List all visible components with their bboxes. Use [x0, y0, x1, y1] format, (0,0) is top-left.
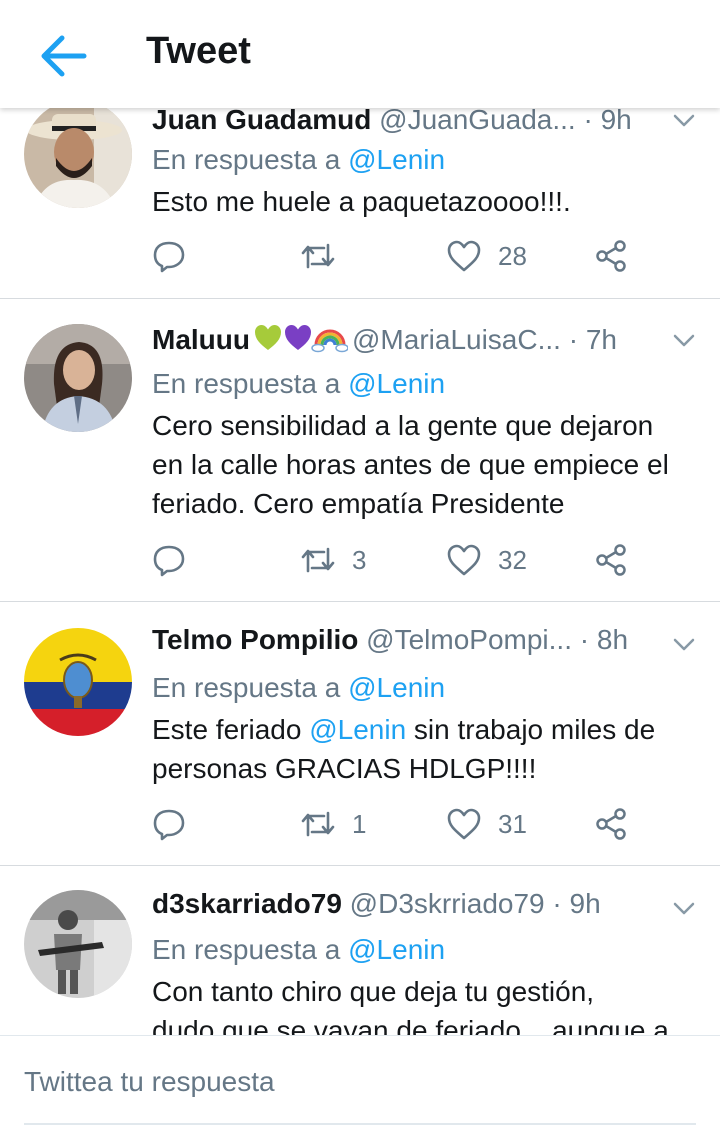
retweet-count: 3 — [352, 544, 367, 575]
reply-icon — [153, 545, 185, 577]
chevron-down-icon[interactable] — [672, 896, 696, 920]
avatar[interactable] — [24, 324, 132, 432]
like-icon — [447, 808, 481, 840]
username[interactable]: @JuanGuada... — [379, 104, 576, 135]
share-icon — [596, 240, 626, 272]
avatar[interactable] — [24, 890, 132, 998]
timestamp: · 9h — [552, 888, 601, 919]
chevron-down-icon[interactable] — [672, 328, 696, 352]
like-count: 28 — [498, 240, 527, 271]
back-arrow-icon[interactable] — [36, 30, 92, 82]
mention-link[interactable]: @Lenin — [348, 368, 445, 399]
display-name[interactable]: d3skarriado79 — [152, 888, 342, 919]
mention-link[interactable]: @Lenin — [348, 934, 445, 965]
tweet-text-line: Con tanto chiro que deja tu gestión, — [152, 976, 595, 1007]
retweet-icon — [301, 547, 335, 573]
timestamp: · 7h — [568, 324, 617, 355]
tweet-text-line: Este feriado @Lenin sin trabajo miles de — [152, 710, 697, 749]
retweet-button[interactable]: 3 — [300, 540, 366, 580]
tweet-text-segment: sin trabajo miles de — [406, 714, 656, 745]
reply-icon — [153, 809, 185, 841]
reply-composer: Twittea tu respuesta — [0, 1035, 720, 1125]
reply-label: En respuesta a — [152, 672, 349, 703]
share-button[interactable] — [594, 804, 628, 844]
username[interactable]: @TelmoPompi... — [366, 624, 572, 655]
reply-label: En respuesta a — [152, 144, 349, 175]
share-button[interactable] — [594, 236, 628, 276]
reply-label: En respuesta a — [152, 934, 349, 965]
reply-button[interactable] — [152, 540, 186, 580]
reply-context: En respuesta a @Lenin — [152, 932, 445, 968]
reply-icon — [153, 241, 185, 273]
share-button[interactable] — [594, 540, 628, 580]
display-name[interactable]: Juan Guadamud — [152, 104, 371, 135]
tweet-item[interactable]: d3skarriado79 @D3skrriado79 · 9h En resp… — [0, 866, 720, 1035]
timestamp: · 8h — [579, 624, 629, 655]
like-count: 31 — [498, 808, 527, 839]
like-button[interactable]: 31 — [446, 804, 527, 844]
tweet-header: Maluuu @MariaLuisaC... · 7h — [152, 322, 658, 358]
tweet-text: Con tanto chiro que deja tu gestión, dud… — [152, 972, 697, 1035]
reply-feed: Juan Guadamud @JuanGuada... · 9h En resp… — [0, 0, 720, 1035]
tweet-text: Este feriado @Lenin sin trabajo miles de… — [152, 710, 697, 788]
chevron-down-icon[interactable] — [672, 632, 696, 656]
emoji-decoration — [254, 323, 349, 358]
page-title: Tweet — [146, 30, 251, 72]
retweet-button[interactable] — [300, 236, 352, 276]
reply-button[interactable] — [152, 236, 186, 276]
tweet-text-line: Cero sensibilidad a la gente que dejaron — [152, 410, 654, 441]
like-icon — [447, 544, 481, 576]
top-app-bar: Tweet — [0, 0, 720, 108]
reply-context: En respuesta a @Lenin — [152, 670, 445, 706]
reply-label: En respuesta a — [152, 368, 349, 399]
retweet-count: 1 — [352, 808, 367, 839]
tweet-actions: 3 32 — [152, 540, 652, 580]
tweet-text-line: feriado. Cero empatía Presidente — [152, 488, 565, 519]
like-count: 32 — [498, 544, 527, 575]
like-button[interactable]: 32 — [446, 540, 527, 580]
mention-link[interactable]: @Lenin — [348, 144, 445, 175]
tweet-header: d3skarriado79 @D3skrriado79 · 9h — [152, 886, 658, 922]
tweet-text-line: Esto me huele a paquetazoooo!!!. — [152, 186, 571, 217]
mention-link[interactable]: @Lenin — [348, 672, 445, 703]
tweet-header: Telmo Pompilio @TelmoPompi... · 8h — [152, 622, 658, 658]
tweet-text: Esto me huele a paquetazoooo!!!. — [152, 182, 697, 221]
share-icon — [596, 808, 626, 840]
username[interactable]: @D3skrriado79 — [350, 888, 545, 919]
like-button[interactable]: 28 — [446, 236, 527, 276]
reply-button[interactable] — [152, 804, 186, 844]
reply-context: En respuesta a @Lenin — [152, 366, 445, 402]
retweet-icon — [301, 811, 335, 837]
username[interactable]: @MariaLuisaC... — [352, 324, 561, 355]
tweet-text-line: personas GRACIAS HDLGP!!!! — [152, 753, 537, 784]
display-name[interactable]: Maluuu — [152, 324, 250, 355]
tweet-text-line: en la calle horas antes de que empiece e… — [152, 449, 669, 480]
timestamp: · 9h — [583, 104, 632, 135]
reply-context: En respuesta a @Lenin — [152, 142, 445, 178]
like-icon — [447, 240, 481, 272]
chevron-down-icon[interactable] — [672, 108, 696, 132]
tweet-text-segment: Este feriado — [152, 714, 310, 745]
mention-link[interactable]: @Lenin — [309, 714, 406, 745]
avatar[interactable] — [24, 628, 132, 736]
tweet-item[interactable]: Telmo Pompilio @TelmoPompi... · 8h En re… — [0, 602, 720, 866]
display-name[interactable]: Telmo Pompilio — [152, 624, 358, 655]
tweet-actions: 1 31 — [152, 804, 652, 844]
tweet-text-line: dudo que se vayan de feriado... aunque a — [152, 1015, 669, 1035]
share-icon — [596, 544, 626, 576]
tweet-item[interactable]: Maluuu @MariaLuisaC... · 7h En respuesta… — [0, 298, 720, 602]
tweet-text: Cero sensibilidad a la gente que dejaron… — [152, 406, 697, 523]
retweet-icon — [301, 243, 335, 269]
tweet-actions: 28 — [152, 236, 652, 276]
reply-input[interactable]: Twittea tu respuesta — [24, 1066, 275, 1098]
avatar[interactable] — [24, 100, 132, 208]
retweet-button[interactable]: 1 — [300, 804, 366, 844]
